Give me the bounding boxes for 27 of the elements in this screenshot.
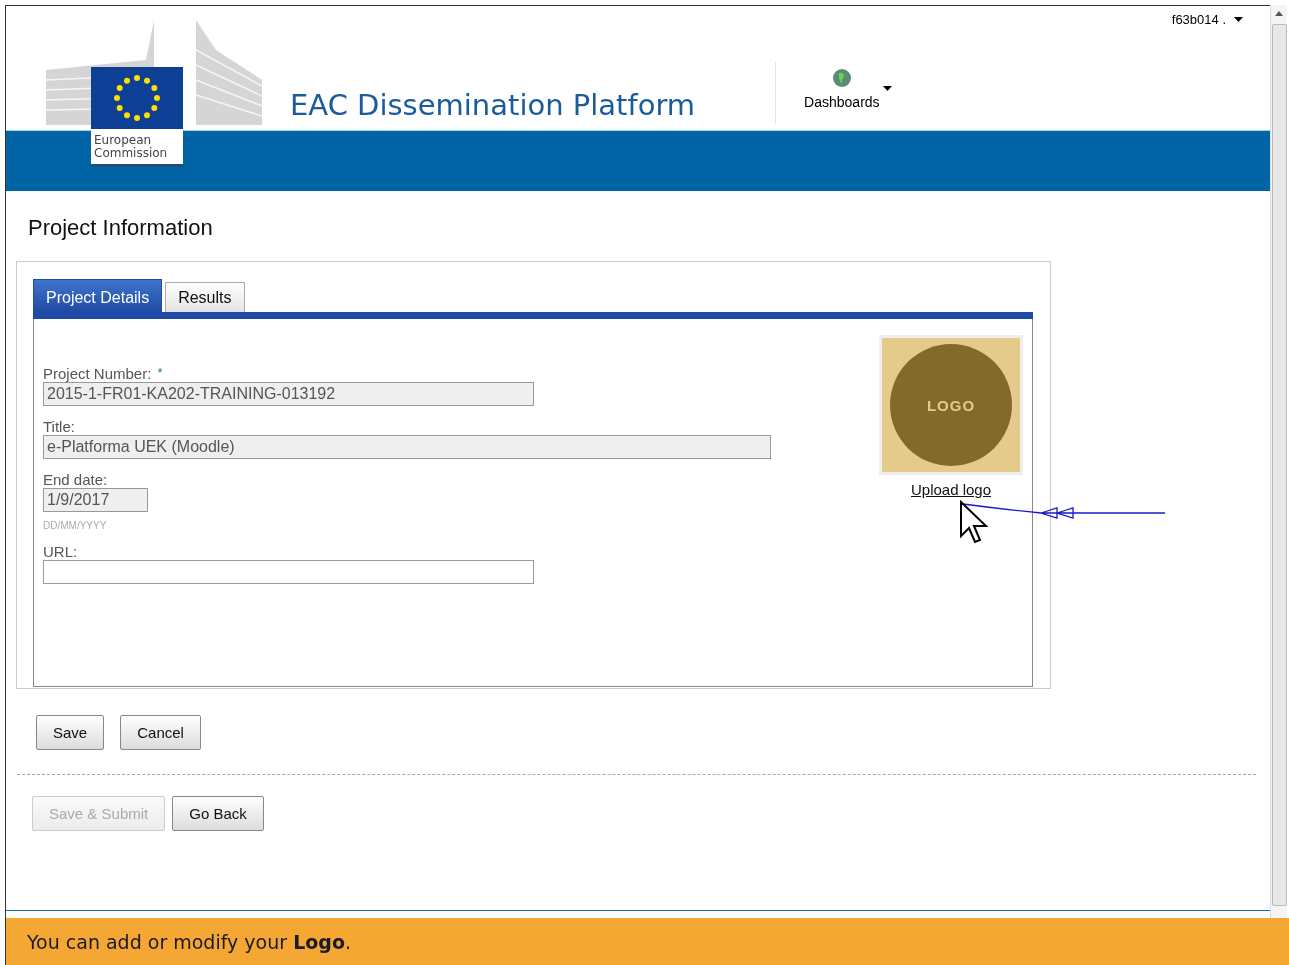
required-mark: * [157,365,163,382]
form-button[interactable]: Go Back [172,796,264,831]
organization-name: European Commission [93,132,169,162]
field-label: Project Number: [43,365,152,382]
user-menu[interactable]: f63b014 . [1171,12,1243,27]
scroll-up-icon [1275,11,1283,16]
app-title: EAC Dissemination Platform [290,88,696,122]
caret-icon [882,86,892,91]
caret-icon [1234,17,1243,22]
banner-text: You can add or modify your Logo. [27,930,351,953]
input-field[interactable] [43,560,534,584]
field-label: URL: [43,543,78,560]
form-button[interactable]: Cancel [120,715,201,750]
dashboards-menu[interactable]: Dashboards [804,68,880,110]
field-label: End date: [43,471,108,488]
mouse-cursor-icon [959,500,989,544]
page-title: Project Information [28,215,214,241]
field-label: Title: [43,418,75,435]
tab[interactable]: Project Details [33,279,163,312]
eu-flag-icon [91,67,183,129]
tab[interactable]: Results [165,282,245,312]
logo-text: LOGO [926,396,976,414]
form-button[interactable]: Save [36,715,105,750]
globe-icon [831,68,852,88]
date-format-hint: DD/MM/YYYY [43,520,108,531]
upload-logo-link[interactable]: Upload logo [910,481,992,498]
scrollbar[interactable] [1270,5,1287,918]
